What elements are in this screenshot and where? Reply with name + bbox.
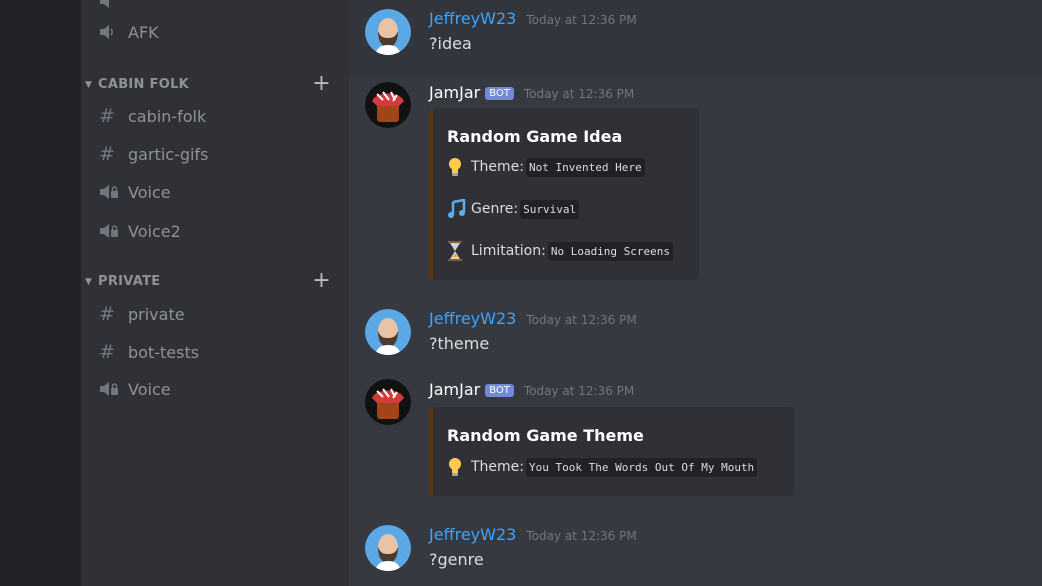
channel-label: AFK <box>128 22 159 42</box>
timestamp: Today at 12:36 PM <box>526 13 637 27</box>
field-value: Not Invented Here <box>526 157 645 177</box>
field-label: Limitation: <box>471 243 546 259</box>
channel-sidebar: AFK ▼ CABIN FOLK + # cabin-folk # gartic… <box>81 0 349 586</box>
author-name[interactable]: JeffreyW23 <box>429 9 516 28</box>
text-channel-icon: # <box>99 105 115 127</box>
locked-voice-icon <box>99 380 127 398</box>
bot-avatar[interactable] <box>365 379 411 425</box>
music-note-icon <box>447 198 471 220</box>
add-channel-icon[interactable]: + <box>312 270 331 292</box>
message-text: ?idea <box>429 34 472 53</box>
timestamp: Today at 12:36 PM <box>523 87 635 101</box>
author-name[interactable]: JamJar <box>429 83 480 102</box>
channel-voice[interactable]: Voice <box>99 177 171 207</box>
embed-field: Theme: Not Invented Here <box>447 156 645 178</box>
channel-private[interactable]: # private <box>99 299 185 329</box>
author-name[interactable]: JeffreyW23 <box>429 525 516 544</box>
message: JamJar BOT Today at 12:36 PM Random Game… <box>349 78 1042 288</box>
text-channel-icon: # <box>99 143 115 165</box>
embed: Random Game Idea Theme: Not Invented Her… <box>429 108 699 280</box>
channel-label: Voice2 <box>128 221 181 241</box>
hourglass-icon <box>447 240 471 262</box>
field-value: No Loading Screens <box>547 241 674 261</box>
author-name[interactable]: JamJar <box>429 380 480 399</box>
embed-field: Theme: You Took The Words Out Of My Mout… <box>447 456 758 478</box>
avatar[interactable] <box>365 9 411 55</box>
channel-voice2[interactable]: Voice2 <box>99 216 181 246</box>
locked-voice-icon <box>99 222 127 240</box>
field-label: Genre: <box>471 201 519 217</box>
embed-title: Random Game Idea <box>447 127 623 146</box>
embed-title: Random Game Theme <box>447 426 644 445</box>
locked-text-channel-icon: # <box>99 341 115 363</box>
field-value: Survival <box>520 199 580 219</box>
bot-badge: BOT <box>485 87 514 100</box>
category-private[interactable]: ▼ PRIVATE + <box>85 270 331 292</box>
message-text: ?theme <box>429 334 490 353</box>
server-list <box>0 0 81 586</box>
speaker-icon <box>99 24 127 40</box>
category-label: CABIN FOLK <box>98 76 190 92</box>
category-label: PRIVATE <box>98 273 161 289</box>
channel-label: Voice <box>128 182 171 202</box>
author-name[interactable]: JeffreyW23 <box>429 309 516 328</box>
field-value: You Took The Words Out Of My Mouth <box>526 457 758 477</box>
locked-voice-icon <box>99 183 127 201</box>
speaker-icon <box>99 0 127 9</box>
avatar[interactable] <box>365 525 411 571</box>
timestamp: Today at 12:36 PM <box>523 384 635 398</box>
message: JeffreyW23 Today at 12:36 PM ?idea <box>349 0 1042 78</box>
chevron-down-icon: ▼ <box>85 80 93 90</box>
timestamp: Today at 12:36 PM <box>526 529 637 543</box>
timestamp: Today at 12:36 PM <box>526 313 637 327</box>
field-label: Theme: <box>471 159 525 175</box>
bot-avatar[interactable] <box>365 82 411 128</box>
channel-label: gartic-gifs <box>128 144 209 164</box>
message-text: ?genre <box>429 550 484 569</box>
channel-gartic-gifs[interactable]: # gartic-gifs <box>99 139 208 169</box>
embed-field: Limitation: No Loading Screens <box>447 240 674 262</box>
bot-badge: BOT <box>485 384 514 397</box>
lightbulb-icon <box>447 156 471 178</box>
channel-label: Voice <box>128 379 171 399</box>
channel-afk[interactable]: AFK <box>99 17 159 47</box>
locked-text-channel-icon: # <box>99 303 115 325</box>
channel-label: private <box>128 304 185 324</box>
channel-label: cabin-folk <box>128 106 207 126</box>
embed-field: Genre: Survival <box>447 198 580 220</box>
lightbulb-icon <box>447 456 471 478</box>
message-list: JeffreyW23 Today at 12:36 PM ?idea JamJa… <box>349 0 1042 586</box>
avatar[interactable] <box>365 309 411 355</box>
channel-voice-private[interactable]: Voice <box>99 374 171 404</box>
chevron-down-icon: ▼ <box>85 277 93 287</box>
message: JeffreyW23 Today at 12:36 PM ?theme <box>349 300 1042 370</box>
channel-bot-tests[interactable]: # bot-tests <box>99 337 199 367</box>
message: JamJar BOT Today at 12:36 PM Random Game… <box>349 375 1042 505</box>
add-channel-icon[interactable]: + <box>312 73 331 95</box>
message: JeffreyW23 Today at 12:36 PM ?genre <box>349 516 1042 586</box>
channel-label: bot-tests <box>128 342 200 362</box>
channel-partial[interactable] <box>99 0 127 16</box>
embed: Random Game Theme Theme: You Took The Wo… <box>429 407 794 496</box>
channel-cabin-folk[interactable]: # cabin-folk <box>99 101 206 131</box>
category-cabin-folk[interactable]: ▼ CABIN FOLK + <box>85 73 331 95</box>
field-label: Theme: <box>471 459 525 475</box>
